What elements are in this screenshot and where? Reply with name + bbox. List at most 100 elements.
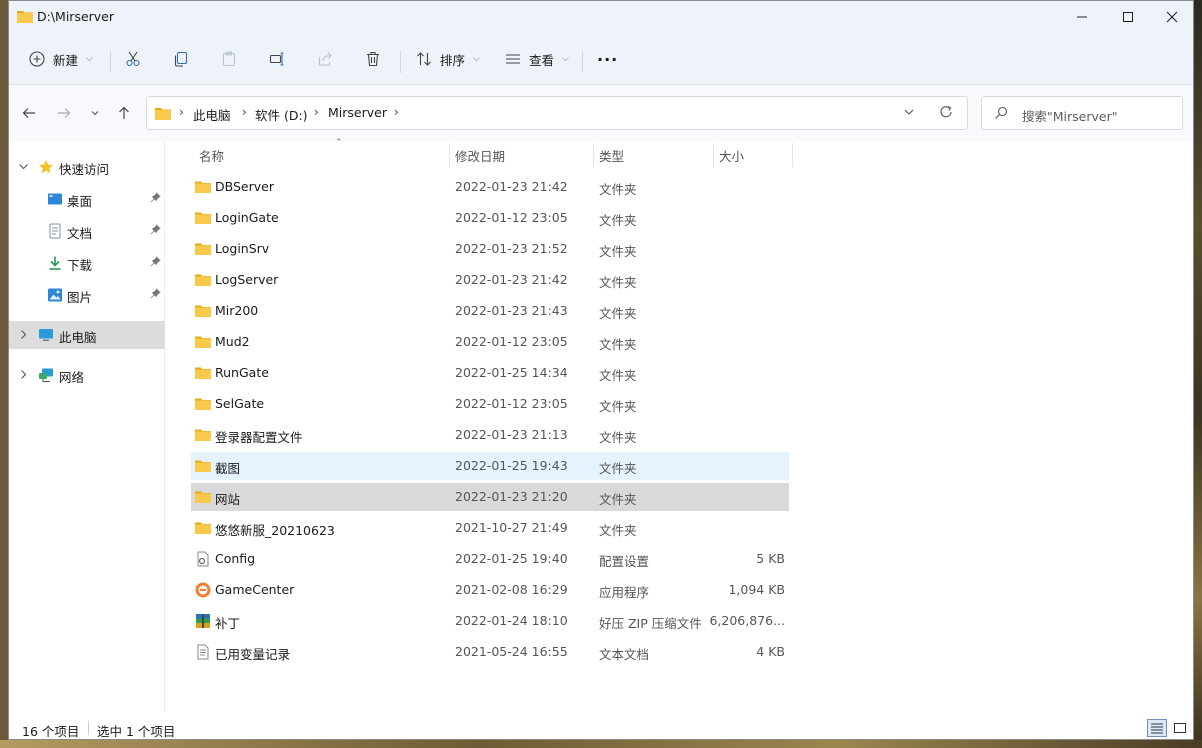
sidebar-item-documents[interactable]: 文档: [9, 217, 165, 245]
file-row[interactable]: 截图 2022-01-25 19:43 文件夹: [191, 452, 789, 480]
arrow-right-icon: [58, 108, 71, 118]
file-row[interactable]: SelGate 2022-01-12 23:05 文件夹: [191, 390, 789, 418]
item-count: 16 个项目: [22, 724, 80, 739]
column-header-label: 类型: [599, 148, 625, 164]
sidebar-item-downloads[interactable]: 下载: [9, 249, 165, 277]
address-bar[interactable]: › 此电脑 › 软件 (D:) › Mirserver ›: [146, 96, 968, 130]
pin-icon: [150, 256, 161, 270]
file-date: 2021-10-27 21:49: [455, 520, 568, 535]
folder-icon: [195, 365, 211, 381]
view-button[interactable]: 查看 ⌵: [505, 43, 569, 75]
file-row[interactable]: LoginSrv 2022-01-23 21:52 文件夹: [191, 235, 789, 263]
column-header-label: 名称: [199, 148, 225, 164]
cut-button[interactable]: [125, 43, 141, 75]
close-icon: [1166, 11, 1178, 23]
pin-icon: [150, 288, 161, 302]
chevron-right-icon[interactable]: [18, 369, 30, 381]
file-date: 2022-01-25 19:43: [455, 458, 568, 473]
back-button[interactable]: [17, 101, 41, 125]
column-header-type[interactable]: 类型: [593, 141, 713, 169]
file-date: 2022-01-24 18:10: [455, 613, 568, 628]
paste-icon: [222, 51, 236, 67]
details-view-button[interactable]: [1147, 719, 1167, 737]
breadcrumb-this-pc[interactable]: 此电脑: [193, 105, 231, 124]
toolbar-divider: [582, 51, 583, 73]
file-type: 配置设置: [599, 554, 650, 569]
search-box[interactable]: 搜索"Mirserver": [981, 96, 1183, 130]
tiles-view-button[interactable]: [1170, 719, 1190, 737]
more-options-button[interactable]: ···: [597, 43, 618, 75]
chevron-down-icon[interactable]: [18, 161, 30, 173]
search-input[interactable]: 搜索"Mirserver": [1022, 106, 1117, 125]
file-row[interactable]: 登录器配置文件 2022-01-23 21:13 文件夹: [191, 421, 789, 449]
file-date: 2022-01-23 21:52: [455, 241, 568, 256]
file-name: 补丁: [215, 616, 241, 631]
refresh-button[interactable]: [939, 105, 953, 122]
file-date: 2022-01-23 21:20: [455, 489, 568, 504]
sidebar-item-desktop[interactable]: 桌面: [9, 185, 165, 213]
file-row[interactable]: RunGate 2022-01-25 14:34 文件夹: [191, 359, 789, 387]
file-type: 文件夹: [599, 306, 637, 321]
recent-locations-button[interactable]: [83, 101, 107, 125]
share-button[interactable]: [317, 43, 333, 75]
file-row[interactable]: 悠悠新服_20210623 2021-10-27 21:49 文件夹: [191, 514, 789, 542]
sort-button[interactable]: 排序 ⌵: [416, 43, 480, 75]
file-name: LoginGate: [215, 210, 279, 225]
file-date: 2021-05-24 16:55: [455, 644, 568, 659]
copy-icon: [174, 51, 188, 67]
minimize-button[interactable]: [1059, 1, 1105, 33]
file-name: LoginSrv: [215, 241, 270, 256]
close-button[interactable]: [1149, 1, 1193, 33]
file-row[interactable]: 已用变量记录 2021-05-24 16:55 文本文档 4 KB: [191, 638, 789, 666]
up-button[interactable]: [112, 101, 136, 125]
breadcrumb-mirserver[interactable]: Mirserver: [328, 105, 387, 120]
chevron-down-icon: [91, 111, 99, 116]
paste-button[interactable]: [221, 43, 237, 75]
sidebar-item-pictures[interactable]: 图片: [9, 281, 165, 309]
delete-button[interactable]: [365, 43, 381, 75]
file-type: 文件夹: [599, 461, 637, 476]
column-header-date[interactable]: 修改日期: [449, 141, 593, 169]
column-header-name[interactable]: ⌃ 名称: [191, 138, 449, 169]
sidebar-item-quick-access[interactable]: 快速访问: [9, 153, 165, 181]
column-header-size[interactable]: 大小: [713, 141, 793, 169]
column-resize-handle[interactable]: [792, 143, 793, 167]
file-type: 文件夹: [599, 399, 637, 414]
file-row[interactable]: 网站 2022-01-23 21:20 文件夹: [191, 483, 789, 511]
file-size: 1,094 KB: [728, 582, 785, 597]
rename-button[interactable]: [269, 43, 285, 75]
title-bar[interactable]: D:\Mirserver: [9, 1, 1193, 33]
folder-icon: [195, 210, 211, 226]
file-date: 2022-01-12 23:05: [455, 396, 568, 411]
copy-button[interactable]: [173, 43, 189, 75]
chevron-down-icon: ⌵: [473, 54, 480, 64]
breadcrumb-drive-d[interactable]: 软件 (D:): [255, 105, 308, 124]
file-name: DBServer: [215, 179, 274, 194]
file-row[interactable]: DBServer 2022-01-23 21:42 文件夹: [191, 173, 789, 201]
address-history-button[interactable]: [903, 106, 915, 121]
text-file-icon: [195, 644, 211, 660]
arrow-up-icon: [119, 106, 129, 119]
file-row[interactable]: Mir200 2022-01-23 21:43 文件夹: [191, 297, 789, 325]
forward-button[interactable]: [52, 101, 76, 125]
file-row[interactable]: LogServer 2022-01-23 21:42 文件夹: [191, 266, 789, 294]
file-row[interactable]: GameCenter 2021-02-08 16:29 应用程序 1,094 KB: [191, 576, 789, 604]
chevron-right-icon: ›: [314, 105, 319, 119]
sidebar-item-network[interactable]: 网络: [9, 361, 165, 389]
file-type: 文件夹: [599, 430, 637, 445]
maximize-button[interactable]: [1105, 1, 1151, 33]
chevron-right-icon: ›: [179, 105, 184, 119]
scissors-icon: [126, 51, 140, 67]
file-row[interactable]: LoginGate 2022-01-12 23:05 文件夹: [191, 204, 789, 232]
sidebar-item-this-pc[interactable]: 此电脑: [9, 321, 165, 349]
file-row[interactable]: Mud2 2022-01-12 23:05 文件夹: [191, 328, 789, 356]
refresh-icon: [940, 106, 952, 118]
desktop-icon: [47, 191, 63, 207]
file-row[interactable]: 补丁 2022-01-24 18:10 好压 ZIP 压缩文件 6,206,876..…: [191, 607, 789, 635]
chevron-right-icon[interactable]: [18, 329, 30, 341]
minimize-icon: [1077, 16, 1087, 18]
file-row[interactable]: Config 2022-01-25 19:40 配置设置 5 KB: [191, 545, 789, 573]
navigation-pane: 快速访问 桌面 文档 下载 图片 此电脑 网络: [9, 141, 165, 711]
new-button[interactable]: 新建 ⌵: [29, 43, 93, 75]
folder-icon: [195, 520, 211, 536]
